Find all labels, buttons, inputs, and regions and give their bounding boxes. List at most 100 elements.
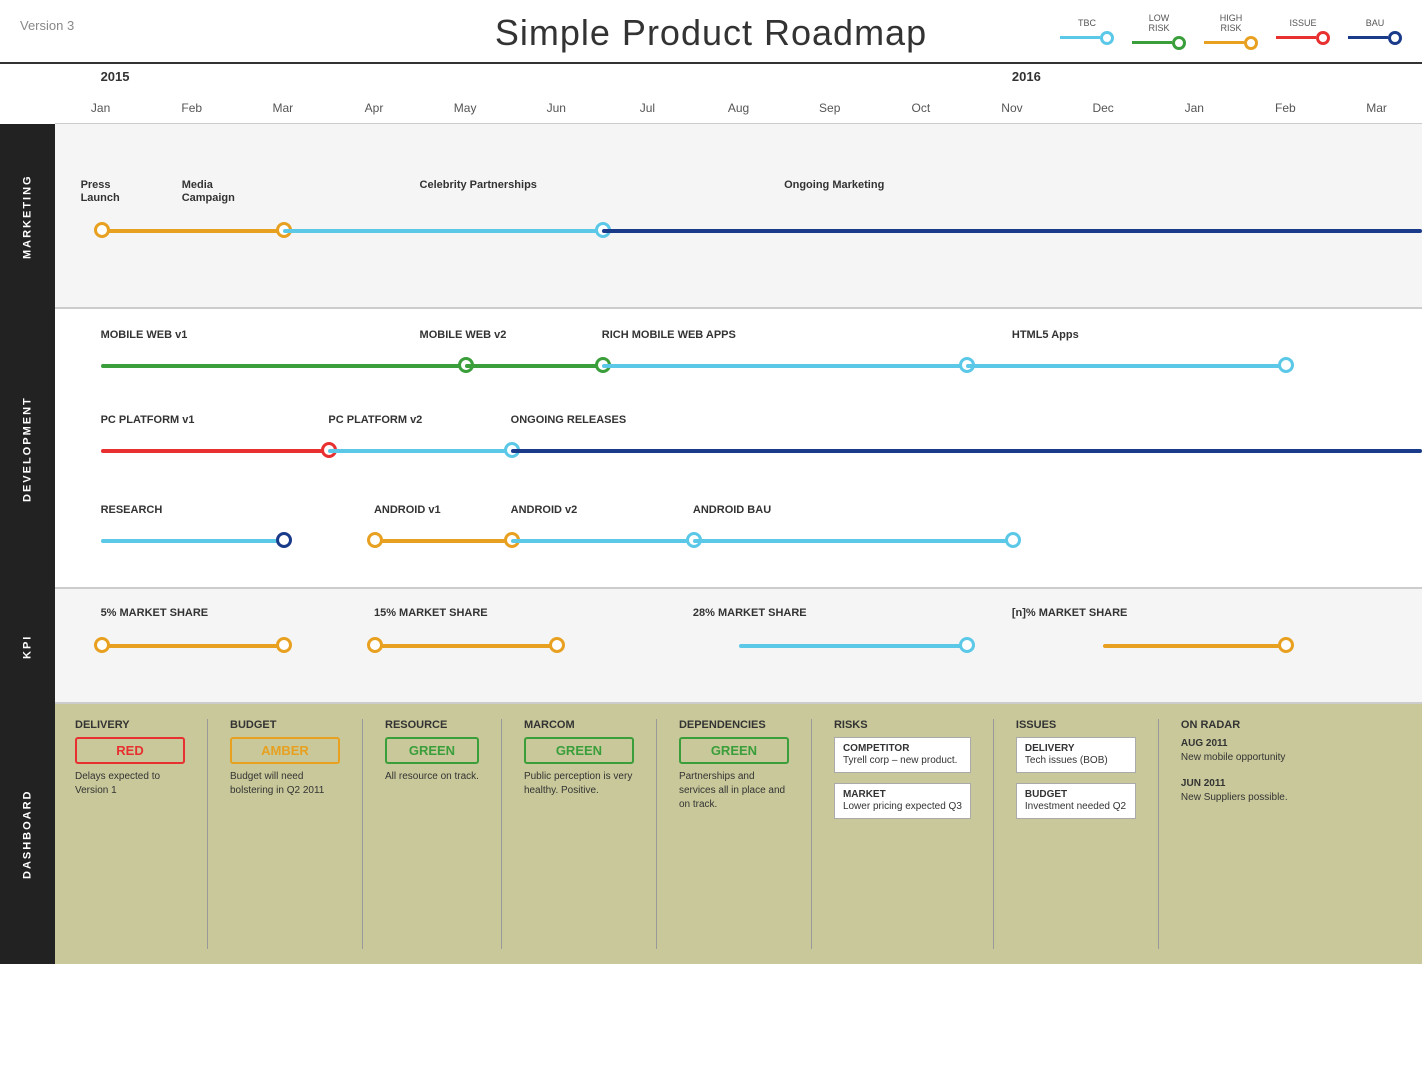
android-line-1: [374, 539, 511, 543]
dot-research-mar: [276, 532, 292, 548]
legend-label-high-risk: HIGHRISK: [1220, 14, 1243, 34]
label-mobile-web-v1: MOBILE WEB v1: [101, 329, 188, 341]
month-jun: Jun: [511, 101, 602, 115]
marcom-title: MARCOM: [524, 719, 634, 731]
legend-item-low-risk: LOWRISK: [1132, 14, 1186, 50]
grid-area: 2015 2016 Jan Feb Mar Apr May Jun Jul Au…: [55, 64, 1422, 704]
dependencies-section: DEPENDENCIES GREEN Partnerships and serv…: [679, 719, 789, 949]
kpi-line-1: [101, 644, 283, 648]
month-feb: Feb: [146, 101, 237, 115]
year-2015: 2015: [101, 69, 130, 84]
label-html5-apps: HTML5 Apps: [1012, 329, 1079, 341]
pc-line-1: [101, 449, 329, 453]
issue-budget: BUDGET Investment needed Q2: [1016, 783, 1136, 819]
dot-android-apr: [367, 532, 383, 548]
month-dec: Dec: [1058, 101, 1149, 115]
dependencies-badge: GREEN: [679, 737, 789, 764]
label-rich-mobile: RICH MOBILE WEB APPS: [602, 329, 736, 341]
month-jan-2015: Jan: [55, 101, 146, 115]
risk-competitor-title: COMPETITOR: [843, 743, 962, 754]
marketing-line-1: [101, 229, 283, 233]
label-research: RESEARCH: [101, 504, 163, 516]
kpi-line-4: [1103, 644, 1285, 648]
issues-title: ISSUES: [1016, 719, 1136, 731]
dependencies-text: Partnerships and services all in place a…: [679, 770, 789, 812]
radar-text-2: New Suppliers possible.: [1181, 791, 1301, 805]
development-label: DEVELOPMENT: [0, 309, 55, 589]
risk-market: MARKET Lower pricing expected Q3: [834, 783, 971, 819]
risk-market-title: MARKET: [843, 789, 962, 800]
pc-line-3: [511, 449, 1422, 453]
dot-android-nov: [1005, 532, 1021, 548]
label-mobile-web-v2: MOBILE WEB v2: [420, 329, 507, 341]
marcom-section: MARCOM GREEN Public perception is very h…: [524, 719, 634, 949]
resource-badge: GREEN: [385, 737, 479, 764]
month-may: May: [420, 101, 511, 115]
legend-line-tbc: [1060, 31, 1114, 45]
month-oct: Oct: [875, 101, 966, 115]
legend-line-bau: [1348, 31, 1402, 45]
dot-kpi-mar: [276, 637, 292, 653]
label-15pct: 15% MARKET SHARE: [374, 607, 488, 619]
budget-badge: AMBER: [230, 737, 340, 764]
marketing-label: MARKETING: [0, 124, 55, 309]
year-2016: 2016: [1012, 69, 1041, 84]
resource-section: RESOURCE GREEN All resource on track.: [385, 719, 479, 949]
dot-kpi-jan: [94, 637, 110, 653]
row-labels: MARKETING DEVELOPMENT KPI: [0, 64, 55, 704]
resource-text: All resource on track.: [385, 770, 479, 784]
mobile-web-line-1: [101, 364, 466, 368]
risk-market-text: Lower pricing expected Q3: [843, 800, 962, 813]
label-pc-v2: PC PLATFORM v2: [328, 414, 422, 426]
divider-4: [656, 719, 657, 949]
chart-area: MARKETING DEVELOPMENT KPI 2015 2016 Jan …: [0, 64, 1422, 704]
dot-kpi-feb16: [1278, 637, 1294, 653]
dot-kpi-apr: [367, 637, 383, 653]
on-radar-section: ON RADAR AUG 2011 New mobile opportunity…: [1181, 719, 1301, 949]
risks-section: RISKS COMPETITOR Tyrell corp – new produ…: [834, 719, 971, 949]
month-jan-2016: Jan: [1149, 101, 1240, 115]
pc-line-2: [328, 449, 510, 453]
android-line-3: [693, 539, 1012, 543]
legend-item-tbc: TBC: [1060, 19, 1114, 45]
dashboard-content: DELIVERY RED Delays expected to Version …: [55, 704, 1422, 964]
divider-7: [1158, 719, 1159, 949]
research-line: [101, 539, 283, 543]
issue-budget-text: Investment needed Q2: [1025, 800, 1127, 813]
label-celebrity-partnerships: Celebrity Partnerships: [420, 179, 537, 191]
legend-item-bau: BAU: [1348, 19, 1402, 45]
budget-title: BUDGET: [230, 719, 340, 731]
month-aug: Aug: [693, 101, 784, 115]
kpi-line-2: [374, 644, 556, 648]
marcom-text: Public perception is very healthy. Posit…: [524, 770, 634, 798]
month-jul: Jul: [602, 101, 693, 115]
divider-5: [811, 719, 812, 949]
label-media-campaign: MediaCampaign: [182, 179, 235, 205]
month-sep: Sep: [784, 101, 875, 115]
divider-6: [993, 719, 994, 949]
version-label: Version 3: [20, 18, 74, 33]
dot-kpi-nov: [959, 637, 975, 653]
delivery-section: DELIVERY RED Delays expected to Version …: [75, 719, 185, 949]
dot-kpi-jun: [549, 637, 565, 653]
dot-marketing-jan: [94, 222, 110, 238]
legend-label-low-risk: LOWRISK: [1148, 14, 1169, 34]
legend-line-low-risk: [1132, 36, 1186, 50]
dashboard-label: DASHBOARD: [0, 704, 55, 964]
dashboard-section: DASHBOARD DELIVERY RED Delays expected t…: [0, 704, 1422, 964]
issues-section: ISSUES DELIVERY Tech issues (BOB) BUDGET…: [1016, 719, 1136, 949]
radar-item-2: JUN 2011 New Suppliers possible.: [1181, 777, 1301, 805]
development-row: MOBILE WEB v1 MOBILE WEB v2 RICH MOBILE …: [55, 309, 1422, 589]
mobile-web-line-3: [602, 364, 967, 368]
legend-line-high-risk: [1204, 36, 1258, 50]
legend-item-issue: ISSUE: [1276, 19, 1330, 45]
divider-3: [501, 719, 502, 949]
label-5pct: 5% MARKET SHARE: [101, 607, 209, 619]
risk-competitor-text: Tyrell corp – new product.: [843, 754, 962, 767]
risks-title: RISKS: [834, 719, 971, 731]
delivery-badge: RED: [75, 737, 185, 764]
divider-2: [362, 719, 363, 949]
month-apr: Apr: [328, 101, 419, 115]
budget-section: BUDGET AMBER Budget will need bolstering…: [230, 719, 340, 949]
radar-date-2: JUN 2011: [1181, 777, 1301, 791]
